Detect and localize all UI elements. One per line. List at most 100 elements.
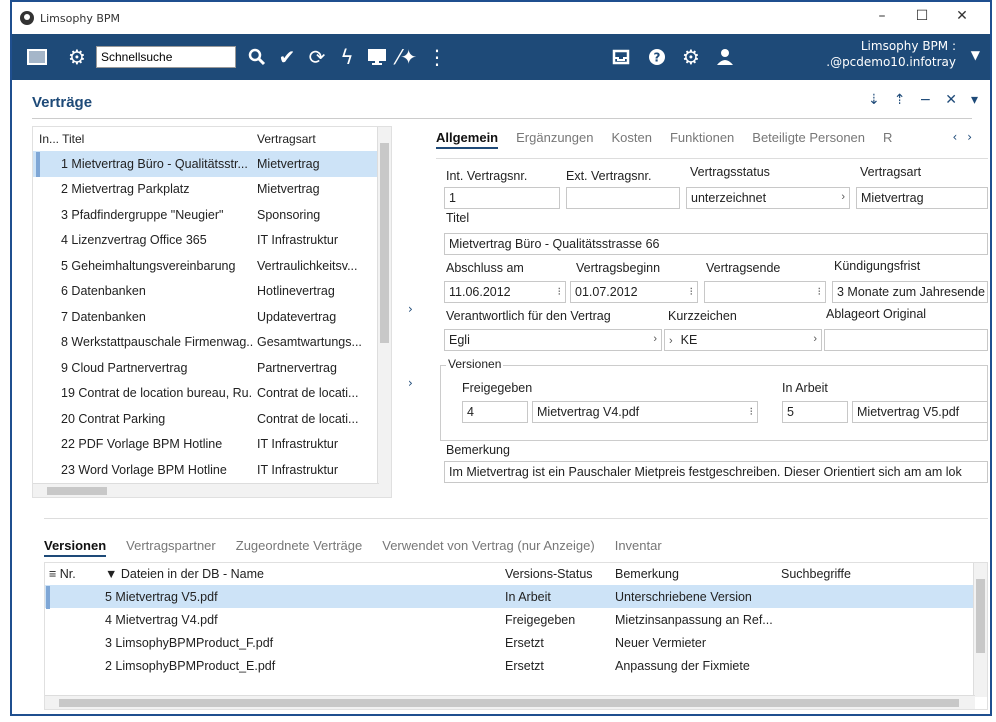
column-header-title[interactable]: In... Titel (33, 132, 253, 146)
table-row[interactable]: 9 Cloud Partnervertrag Partnervertrag (33, 355, 391, 381)
titel-field[interactable]: Mietvertrag Büro - Qualitätsstrasse 66 (444, 233, 988, 255)
table-header: In... Titel Vertragsart (33, 127, 391, 151)
freigegeben-file-field[interactable]: Mietvertrag V4.pdf ⁝ (532, 401, 758, 423)
tab-kosten[interactable]: Kosten (611, 130, 651, 149)
bemerkung-field[interactable]: Im Mietvertrag ist ein Pauschaler Mietpr… (444, 461, 988, 483)
chevron-left-icon[interactable]: ‹ (953, 130, 958, 144)
tab-vertragspartner[interactable]: Vertragspartner (126, 538, 216, 557)
inarbeit-file-field[interactable]: Mietvertrag V5.pdf (852, 401, 988, 423)
int-nr-field[interactable]: 1 (444, 187, 560, 209)
abschluss-date-field[interactable]: 11.06.2012 ⁝ (444, 281, 566, 303)
menu-panel-icon[interactable] (22, 42, 52, 72)
ablage-field[interactable] (824, 329, 988, 351)
tab-overflow[interactable]: R (883, 130, 892, 149)
chevron-right-icon[interactable]: › (813, 333, 817, 345)
tab-allgemein[interactable]: Allgemein (436, 130, 499, 149)
status-field[interactable]: unterzeichnet › (686, 187, 850, 209)
column-header-status[interactable]: Versions-Status (503, 567, 613, 581)
vertical-scrollbar[interactable] (377, 127, 391, 497)
search-icon[interactable] (242, 42, 272, 72)
table-row[interactable]: 20 Contrat Parking Contrat de locati... (33, 406, 391, 432)
monitor-icon[interactable] (362, 42, 392, 72)
kurz-field[interactable]: › KE › (664, 329, 822, 351)
inbox-icon[interactable] (606, 42, 636, 72)
close-panel-icon[interactable]: ✕ (945, 92, 957, 108)
table-row[interactable]: 3 Pfadfindergruppe "Neugier" Sponsoring (33, 202, 391, 228)
close-button[interactable]: ✕ (942, 8, 982, 24)
chevron-right-icon[interactable]: › (408, 346, 418, 420)
art-field[interactable]: Mietvertrag (856, 187, 988, 209)
tab-beteiligte-personen[interactable]: Beteiligte Personen (752, 130, 865, 149)
quick-search-input[interactable] (96, 46, 236, 68)
help-icon[interactable]: ? (642, 42, 672, 72)
maximize-button[interactable]: ☐ (902, 8, 942, 24)
stepper-icon[interactable]: ⁝ (558, 285, 562, 298)
table-row[interactable]: 8 Werkstattpauschale Firmenwag... Gesamtw… (33, 330, 391, 356)
table-row[interactable]: 7 Datenbanken Updatevertrag (33, 304, 391, 330)
svg-text:?: ? (654, 51, 661, 65)
horizontal-scrollbar[interactable] (45, 695, 975, 709)
settings-gears-icon[interactable]: ⚙ (676, 42, 706, 72)
status-label: Vertragsstatus (690, 165, 770, 179)
table-row[interactable]: 19 Contrat de location bureau, Ru... Cont… (33, 381, 391, 407)
table-row[interactable]: 2 LimsophyBPMProduct_E.pdf Ersetzt Anpassu… (45, 654, 987, 677)
column-header-nr[interactable]: ≡ Nr. (45, 567, 101, 581)
table-row[interactable]: 1 Mietvertrag Büro - Qualitätsstr... Miet… (33, 151, 391, 177)
tab-inventar[interactable]: Inventar (615, 538, 662, 557)
table-row[interactable]: 23 Word Vorlage BPM Hotline IT Infrastruk… (33, 457, 391, 483)
scroll-thumb[interactable] (59, 699, 959, 707)
chevron-right-icon[interactable]: › (653, 333, 657, 345)
lightning-icon[interactable]: ϟ (332, 42, 362, 72)
chevron-right-icon[interactable]: › (967, 130, 972, 144)
beginn-date-field[interactable]: 01.07.2012 ⁝ (570, 281, 698, 303)
chevron-right-icon[interactable]: › (669, 335, 673, 347)
inarbeit-nr-field[interactable]: 5 (782, 401, 848, 423)
column-header-filename[interactable]: ▼ Dateien in der DB - Name (101, 567, 503, 581)
gear-icon[interactable]: ⚙ (62, 42, 92, 72)
tab-zugeordnete-vertraege[interactable]: Zugeordnete Verträge (236, 538, 362, 557)
stepper-icon[interactable]: ⁝ (818, 285, 822, 298)
scroll-thumb[interactable] (380, 143, 389, 343)
column-header-suchbegriffe[interactable]: Suchbegriffe (779, 567, 959, 581)
table-row[interactable]: 2 Mietvertrag Parkplatz Mietvertrag (33, 177, 391, 203)
tab-verwendet-von-vertrag[interactable]: Verwendet von Vertrag (nur Anzeige) (382, 538, 594, 557)
table-row[interactable]: 4 Lizenzvertrag Office 365 IT Infrastrukt… (33, 228, 391, 254)
table-row[interactable]: 4 Mietvertrag V4.pdf Freigegeben Mietzinsa… (45, 608, 987, 631)
user-menu-chevron-icon[interactable]: ▼ (971, 48, 980, 62)
verantwortlich-field[interactable]: Egli › (444, 329, 662, 351)
column-header-bemerkung[interactable]: Bemerkung (613, 567, 779, 581)
more-vertical-icon[interactable]: ⋮ (422, 42, 452, 72)
magic-wand-icon[interactable]: ⁄✦ (392, 42, 422, 72)
stepper-icon[interactable]: ⁝ (750, 405, 754, 418)
scroll-thumb[interactable] (976, 579, 985, 653)
main-toolbar: ⚙ ✔ ⟳ ϟ ⁄✦ ⋮ ? ⚙ Limsophy BPM : .@pcdemo… (12, 34, 990, 80)
table-row[interactable]: 5 Geheimhaltungsvereinbarung Vertraulichk… (33, 253, 391, 279)
user-icon[interactable] (710, 42, 740, 72)
expand-icon[interactable]: ⇣ (868, 92, 880, 108)
checkmark-icon[interactable]: ✔ (272, 42, 302, 72)
tab-ergaenzungen[interactable]: Ergänzungen (516, 130, 593, 149)
table-row[interactable]: 5 Mietvertrag V5.pdf In Arbeit Unterschrie… (45, 585, 987, 608)
scroll-thumb[interactable] (47, 487, 107, 495)
refresh-icon[interactable]: ⟳ (302, 42, 332, 72)
chevron-right-icon[interactable]: › (841, 191, 845, 203)
freigegeben-nr-field[interactable]: 4 (462, 401, 528, 423)
horizontal-scrollbar[interactable] (33, 483, 379, 497)
chevron-right-icon[interactable]: › (408, 272, 418, 346)
ende-date-field[interactable]: ⁝ (704, 281, 826, 303)
minimize-panel-icon[interactable]: − (920, 92, 932, 108)
vertical-scrollbar[interactable] (973, 563, 987, 697)
stepper-icon[interactable]: ⁝ (690, 285, 694, 298)
table-row[interactable]: 6 Datenbanken Hotlinevertrag (33, 279, 391, 305)
kuendigung-field[interactable]: 3 Monate zum Jahresende (832, 281, 988, 303)
panel-menu-icon[interactable]: ▾ (971, 92, 978, 108)
table-row[interactable]: 3 LimsophyBPMProduct_F.pdf Ersetzt Neuer V… (45, 631, 987, 654)
column-header-type[interactable]: Vertragsart (253, 132, 373, 146)
user-info[interactable]: Limsophy BPM : .@pcdemo10.infotray (826, 38, 956, 70)
tab-funktionen[interactable]: Funktionen (670, 130, 734, 149)
collapse-icon[interactable]: ⇡ (894, 92, 906, 108)
table-row[interactable]: 22 PDF Vorlage BPM Hotline IT Infrastrukt… (33, 432, 391, 458)
minimize-button[interactable]: – (862, 8, 902, 24)
tab-versionen[interactable]: Versionen (44, 538, 107, 557)
ext-nr-field[interactable] (566, 187, 680, 209)
